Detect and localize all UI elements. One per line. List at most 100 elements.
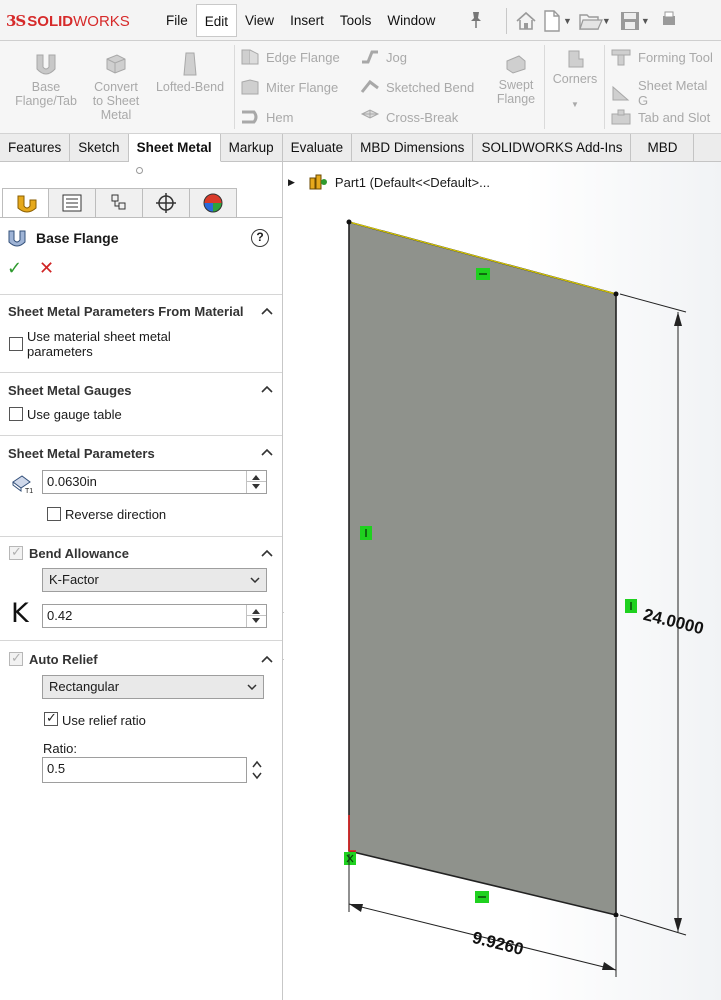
edge-flange-button[interactable]: Edge Flange [240,48,340,66]
tab-solidworks-add-ins[interactable]: SOLIDWORKS Add-Ins [473,134,632,162]
chevron-up-icon[interactable] [261,307,273,315]
base-flange-button[interactable]: Base Flange/Tab [10,51,82,108]
thickness-input[interactable]: 0.0630in [42,470,267,494]
cancel-button[interactable]: ✕ [39,258,54,279]
feature-manager-icon [17,195,36,213]
chevron-up-icon[interactable] [261,385,273,393]
forming-tool-button[interactable]: Forming Tool [610,48,713,66]
panel-grip-icon[interactable] [136,167,143,174]
thickness-spinner[interactable] [246,471,266,493]
horizontal-relation-icon[interactable] [476,268,490,280]
ok-button[interactable]: ✓ [7,258,22,279]
tab-features[interactable]: Features [0,134,71,162]
chevron-down-icon [250,577,260,583]
reverse-direction-checkbox[interactable] [47,507,61,521]
menu-window[interactable]: Window [379,4,443,37]
tab-evaluate[interactable]: Evaluate [283,134,353,162]
chevron-up-icon[interactable] [261,549,273,557]
open-dropdown-icon[interactable]: ▼ [602,16,611,26]
menu-view[interactable]: View [237,4,282,37]
corner-point[interactable] [613,912,619,918]
sketched-bend-button[interactable]: Sketched Bend [360,78,474,96]
relief-type-value: Rectangular [49,679,120,694]
chevron-up-icon[interactable] [261,448,273,456]
auto-relief-checkbox[interactable] [9,650,23,666]
tab-markup[interactable]: Markup [221,134,283,162]
corners-dropdown-icon[interactable]: ▼ [548,98,602,112]
tab-and-slot-button[interactable]: Tab and Slot [610,108,710,126]
auto-relief-group-title[interactable]: Auto Relief [29,652,98,667]
lofted-bend-label: Lofted-Bend [155,80,225,94]
menu-file[interactable]: File [158,4,196,37]
edge-flange-icon [241,49,259,65]
hem-button[interactable]: Hem [240,108,293,126]
corners-icon [568,50,584,68]
sheet-metal-gusset-button[interactable]: Sheet Metal G [610,78,721,108]
base-flange-feature-icon [8,230,26,247]
parameters-group-title[interactable]: Sheet Metal Parameters [8,446,155,461]
vertical-relation-icon[interactable] [625,599,637,613]
horizontal-relation-icon[interactable] [475,891,489,903]
help-button[interactable]: ? [251,229,269,247]
swept-flange-button[interactable]: Swept Flange [490,53,542,106]
tab-mbd[interactable]: MBD [631,134,695,162]
tab-sketch[interactable]: Sketch [70,134,129,162]
thickness-value: 0.0630in [47,474,97,489]
panel-tabs [2,188,237,218]
feature-manager-tab[interactable] [2,188,49,218]
new-document-icon[interactable] [539,8,565,34]
menu-tools[interactable]: Tools [332,4,380,37]
solidworks-logo[interactable]: 3S SOLID WORKS [6,10,130,32]
chevron-up-icon[interactable] [261,655,273,663]
convert-to-sheet-metal-button[interactable]: Convert to Sheet Metal [88,51,144,122]
menu-edit[interactable]: Edit [195,4,238,37]
cross-break-icon [360,109,380,119]
gauges-group-title[interactable]: Sheet Metal Gauges [8,383,132,398]
k-factor-spinner[interactable] [246,605,266,627]
vertical-relation-icon[interactable] [360,526,372,540]
dimxpert-tab[interactable] [143,188,190,218]
bend-allowance-group-title[interactable]: Bend Allowance [29,546,129,561]
from-material-group-title[interactable]: Sheet Metal Parameters From Material [8,304,244,319]
display-manager-tab[interactable] [190,188,237,218]
pin-icon[interactable] [468,11,484,29]
use-material-checkbox[interactable] [9,337,23,351]
miter-flange-button[interactable]: Miter Flange [240,78,338,96]
sketched-bend-label: Sketched Bend [386,79,475,95]
miter-flange-icon [241,79,259,95]
ratio-spinner[interactable] [251,759,263,781]
sheet-metal-sketch [344,219,687,977]
tab-sheet-metal[interactable]: Sheet Metal [128,134,221,162]
corner-point[interactable] [613,291,619,297]
bend-allowance-type-select[interactable]: K-Factor [42,568,267,592]
new-dropdown-icon[interactable]: ▼ [563,16,572,26]
use-relief-ratio-checkbox[interactable] [44,710,58,726]
lofted-bend-button[interactable]: Lofted-Bend [150,51,230,94]
save-dropdown-icon[interactable]: ▼ [641,16,650,26]
print-icon[interactable] [656,8,682,34]
corner-point[interactable] [346,219,352,225]
property-manager-tab[interactable] [49,188,96,218]
ratio-input[interactable]: 0.5 [42,757,247,783]
thickness-icon: T1 [12,475,33,494]
home-icon[interactable] [513,8,539,34]
k-factor-input[interactable]: 0.42 [42,604,267,628]
tab-mbd-dimensions[interactable]: MBD Dimensions [352,134,474,162]
use-gauge-table-checkbox[interactable] [9,407,23,421]
hem-icon [242,110,258,124]
group-separator [0,372,282,373]
bend-allowance-checkbox[interactable] [9,544,23,560]
jog-button[interactable]: Jog [360,48,407,66]
configuration-manager-tab[interactable] [96,188,143,218]
logo-solid: SOLID [27,12,74,30]
relief-type-select[interactable]: Rectangular [42,675,264,699]
save-icon[interactable] [617,8,643,34]
open-folder-icon[interactable] [578,8,604,34]
cross-break-button[interactable]: Cross-Break [360,108,458,126]
menu-insert[interactable]: Insert [282,4,332,37]
tab-and-slot-icon [611,109,631,125]
corners-button[interactable]: Corners ▼ [548,49,602,112]
panel-tab-divider [0,217,282,218]
property-list-icon [62,194,82,212]
flange-sheet[interactable] [348,220,617,917]
